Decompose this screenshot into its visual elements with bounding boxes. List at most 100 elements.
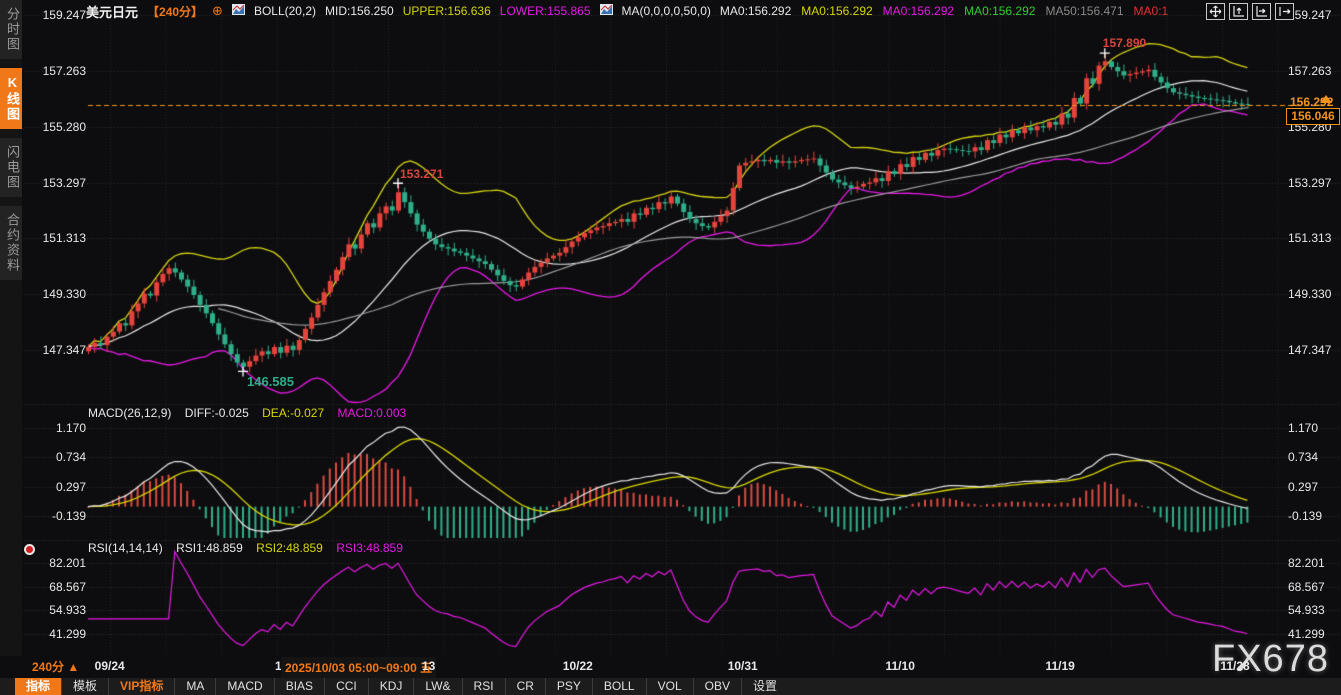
ma-value: MA0:156.292	[801, 4, 872, 18]
toolbar-item-KDJ[interactable]: KDJ	[368, 678, 414, 695]
crosshair-time-tooltip: 2025/10/03 05:00~09:00 五	[281, 657, 436, 678]
axis-label: 0.297	[28, 480, 86, 494]
boll-mid-value: MID:156.250	[325, 4, 394, 18]
zoom-horizontal-icon[interactable]	[1252, 3, 1271, 20]
zoom-vertical-icon[interactable]	[1229, 3, 1248, 20]
sidebar-tab-3[interactable]: 闪电图	[0, 138, 22, 197]
swing-high-annotation: 153.271	[400, 167, 443, 181]
axis-label: 68.567	[1288, 580, 1338, 594]
period-selector-button[interactable]: 240分 ▲	[28, 658, 83, 680]
time-tick-09/24: 09/24	[95, 659, 125, 673]
rsi2-value: RSI2:48.859	[256, 541, 323, 555]
macd-title: MACD(26,12,9)	[88, 406, 171, 420]
toolbar-item-VIP指标[interactable]: VIP指标	[108, 678, 174, 695]
toolbar-item-PSY[interactable]: PSY	[545, 678, 592, 695]
toolbar-item-OBV[interactable]: OBV	[693, 678, 741, 695]
axis-label: 54.933	[28, 603, 86, 617]
macd-hist-value: MACD:0.003	[337, 406, 406, 420]
sidebar-tab-4[interactable]: 合约资料	[0, 206, 22, 280]
rsi1-value: RSI1:48.859	[176, 541, 243, 555]
period-label[interactable]: 【240分】	[147, 3, 203, 20]
time-tick-10/31: 10/31	[728, 659, 758, 673]
trading-terminal: 分时图 K线图闪电图合约资料 美元日元 【240分】 ⊕ BOLL(20,2) M…	[0, 0, 1341, 695]
axis-label: 0.297	[1288, 480, 1338, 494]
toolbar-item-CR[interactable]: CR	[505, 678, 545, 695]
boll-label: BOLL(20,2)	[254, 4, 316, 18]
macd-header: MACD(26,12,9) DIFF:-0.025 DEA:-0.027 MAC…	[88, 406, 416, 420]
symbol-name: 美元日元	[86, 2, 138, 21]
boll-lower-value: LOWER:155.865	[500, 4, 591, 18]
toolbar-item-设置[interactable]: 设置	[741, 678, 788, 695]
axis-label: 153.297	[28, 176, 86, 190]
circle-plus-icon[interactable]: ⊕	[212, 3, 223, 19]
pan-icon[interactable]	[1206, 3, 1225, 20]
axis-label: 1.170	[1288, 421, 1338, 435]
axis-label: 151.313	[1288, 231, 1338, 245]
rsi-header: RSI(14,14,14) RSI1:48.859 RSI2:48.859 RS…	[88, 541, 413, 555]
time-tick-11/19: 11/19	[1045, 659, 1074, 673]
axis-label: 54.933	[1288, 603, 1338, 617]
sidebar-tab-2[interactable]: K线图	[0, 68, 22, 129]
toolbar-item-MA[interactable]: MA	[174, 678, 215, 695]
toolbar-item-模板[interactable]: 模板	[61, 678, 108, 695]
axis-label: 0.734	[1288, 450, 1338, 464]
ma-value: MA0:156.292	[883, 4, 954, 18]
axis-label: 149.330	[1288, 287, 1338, 301]
axis-label: 157.263	[1288, 64, 1338, 78]
high-price-annotation: 157.890	[1103, 36, 1146, 50]
axis-label: 147.347	[1288, 343, 1338, 357]
price-alert-arrow-icon[interactable]	[1320, 95, 1332, 103]
ma-value: MA0:156.292	[720, 4, 791, 18]
toolbar-item-CCI[interactable]: CCI	[324, 678, 368, 695]
boll-upper-value: UPPER:156.636	[403, 4, 491, 18]
toolbar-item-VOL[interactable]: VOL	[646, 678, 693, 695]
indicator-toolbar: 指标模板VIP指标MAMACDBIASCCIKDJLW&RSICRPSYBOLL…	[0, 678, 1341, 695]
axis-label: 153.297	[1288, 176, 1338, 190]
axis-label: 41.299	[28, 627, 86, 641]
axis-label: 82.201	[1288, 556, 1338, 570]
toolbar-item-MACD[interactable]: MACD	[215, 678, 273, 695]
macd-dea-value: DEA:-0.027	[262, 406, 324, 420]
axis-label: 1.170	[28, 421, 86, 435]
toolbar-item-指标[interactable]: 指标	[15, 678, 61, 695]
ma-value: MA50:156.471	[1045, 4, 1123, 18]
axis-label: 147.347	[28, 343, 86, 357]
axis-label: -0.139	[28, 509, 86, 523]
axis-label: 149.330	[28, 287, 86, 301]
fx678-watermark: FX678	[1212, 638, 1329, 681]
axis-label: 159.247	[1288, 8, 1338, 22]
swing-low-annotation: 146.585	[247, 374, 294, 389]
sidebar-tab-1[interactable]: 分时图	[0, 0, 22, 59]
left-sidebar: 分时图 K线图闪电图合约资料	[0, 0, 22, 656]
macd-diff-value: DIFF:-0.025	[185, 406, 249, 420]
exit-right-icon[interactable]	[1275, 3, 1294, 20]
ma-values: MA0:156.292 MA0:156.292 MA0:156.292 MA0:156…	[720, 4, 1178, 18]
boll-indicator-icon[interactable]	[232, 4, 245, 18]
chart-header: 美元日元 【240分】 ⊕ BOLL(20,2) MID:156.250 UPP…	[86, 3, 1187, 19]
time-axis: 240分 ▲ 1 2025/10/03 05:00~09:00 五 13 09/…	[22, 655, 1341, 678]
ma-value: MA0:1	[1134, 4, 1169, 18]
axis-label: 68.567	[28, 580, 86, 594]
axis-label: 82.201	[28, 556, 86, 570]
toolbar-item-BIAS[interactable]: BIAS	[274, 678, 324, 695]
axis-label: -0.139	[1288, 509, 1338, 523]
axis-label: 157.263	[28, 64, 86, 78]
rsi-title: RSI(14,14,14)	[88, 541, 163, 555]
axis-label: 151.313	[28, 231, 86, 245]
axis-label: 155.280	[28, 120, 86, 134]
axis-label: 159.247	[28, 8, 86, 22]
indicator-dot-icon[interactable]	[24, 544, 35, 555]
current-price-label: 156.046	[1286, 108, 1340, 125]
time-tick-10/22: 10/22	[563, 659, 593, 673]
toolbar-item-RSI[interactable]: RSI	[462, 678, 505, 695]
ma-label: MA(0,0,0,0,50,0)	[622, 4, 711, 18]
toolbar-item-BOLL[interactable]: BOLL	[592, 678, 646, 695]
ma-value: MA0:156.292	[964, 4, 1035, 18]
toolbar-item-LW&[interactable]: LW&	[413, 678, 461, 695]
time-tick-partial: 13	[422, 659, 435, 673]
chart-canvas[interactable]	[0, 0, 1341, 695]
axis-label: 0.734	[28, 450, 86, 464]
time-tick-11/10: 11/10	[886, 659, 915, 673]
ma-indicator-icon[interactable]	[600, 4, 613, 18]
rsi3-value: RSI3:48.859	[336, 541, 403, 555]
